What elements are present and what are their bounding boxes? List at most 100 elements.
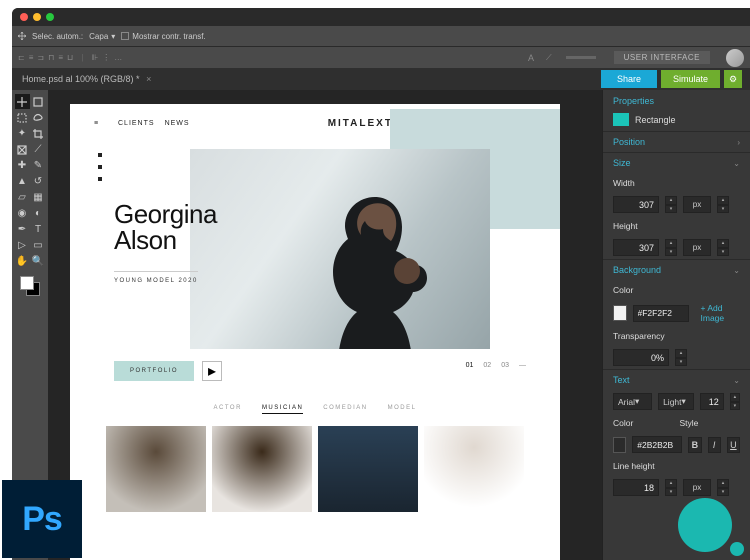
color-swatch[interactable] [20, 276, 40, 296]
height-stepper[interactable]: ▴▾ [665, 239, 677, 256]
blur-tool[interactable]: ◉ [15, 206, 30, 221]
font-family-select[interactable]: Arial ▾ [613, 393, 652, 410]
thumb-3[interactable] [318, 426, 418, 512]
width-unit-stepper[interactable]: ▴▾ [717, 196, 729, 213]
canvas-area[interactable]: ≡ CLIENTS NEWS MITALEXT ⌕ [48, 90, 602, 560]
cat-model[interactable]: MODEL [388, 405, 417, 414]
underline-button[interactable]: U [727, 437, 740, 453]
width-stepper[interactable]: ▴▾ [665, 196, 677, 213]
hand-tool[interactable]: ✋ [15, 254, 30, 269]
text-hex-input[interactable] [632, 436, 682, 453]
options-bar: ⊏≡⊐⊓≡⊔ | ⊪⋮… A ⟋ USER INTERFACE [12, 46, 750, 68]
hero-photo [190, 149, 490, 349]
bg-color-label: Color [613, 283, 740, 297]
crop-tool[interactable] [31, 126, 46, 141]
chevron-down-icon: ⌄ [733, 376, 740, 385]
minimize-window-icon[interactable] [33, 13, 41, 21]
gear-icon[interactable]: ⚙ [724, 70, 742, 88]
cat-actor[interactable]: ACTOR [214, 405, 242, 414]
move-tool[interactable] [15, 94, 30, 109]
font-weight-select[interactable]: Light ▾ [658, 393, 694, 410]
transparency-input[interactable] [613, 349, 669, 366]
play-icon[interactable]: ▸ [202, 361, 222, 381]
height-unit[interactable]: px [683, 239, 711, 256]
italic-button[interactable]: I [708, 437, 721, 453]
thumbnail-row [70, 426, 560, 512]
bold-button[interactable]: B [688, 437, 701, 453]
type-a-icon: A [528, 53, 534, 63]
cat-comedian[interactable]: COMEDIAN [323, 405, 367, 414]
thumb-4[interactable] [424, 426, 524, 512]
history-brush-tool[interactable]: ↺ [31, 174, 46, 189]
zoom-tool[interactable]: 🔍 [31, 254, 46, 269]
opacity-slider[interactable] [566, 56, 596, 59]
eraser-tool[interactable]: ▱ [15, 190, 30, 205]
layer-dropdown[interactable]: Capa ▾ [89, 32, 115, 41]
thumb-1[interactable] [106, 426, 206, 512]
shape-tool[interactable]: ▭ [31, 238, 46, 253]
move-tool-icon[interactable] [18, 32, 26, 40]
lasso-tool[interactable] [31, 110, 46, 125]
pen-tool[interactable]: ✒ [15, 222, 30, 237]
line-height-unit-stepper[interactable]: ▴▾ [717, 479, 729, 496]
show-transform-checkbox[interactable]: Mostrar contr. transf. [121, 32, 205, 41]
share-button[interactable]: Share [601, 70, 657, 88]
text-color-swatch[interactable] [613, 437, 626, 453]
avatar[interactable] [726, 49, 744, 67]
font-size-input[interactable] [700, 393, 724, 410]
dodge-tool[interactable]: ◐ [31, 206, 46, 221]
artboard-tool[interactable] [31, 94, 46, 109]
simulate-button[interactable]: Simulate [661, 70, 720, 88]
wand-tool[interactable]: ✦ [15, 126, 30, 141]
transparency-stepper[interactable]: ▴▾ [675, 349, 687, 366]
nav-clients[interactable]: CLIENTS [118, 120, 155, 127]
app-window: Selec. autom.: Capa ▾ Mostrar contr. tra… [12, 8, 750, 560]
height-unit-stepper[interactable]: ▴▾ [717, 239, 729, 256]
decorative-dot [678, 498, 732, 552]
width-unit[interactable]: px [683, 196, 711, 213]
section-background[interactable]: Background⌄ [603, 259, 750, 280]
frame-tool[interactable] [15, 142, 30, 157]
brush-tool[interactable]: ✎ [31, 158, 46, 173]
stamp-tool[interactable]: ▲ [15, 174, 30, 189]
font-size-stepper[interactable]: ▴▾ [730, 393, 740, 410]
line-height-stepper[interactable]: ▴▾ [665, 479, 677, 496]
eyedropper-icon[interactable]: ⟋ [546, 53, 552, 63]
hero-title: Georgina Alson [114, 201, 217, 253]
eyedropper-tool[interactable]: ⟋ [31, 142, 46, 157]
section-text[interactable]: Text⌄ [603, 369, 750, 390]
heal-tool[interactable]: ✚ [15, 158, 30, 173]
line-height-input[interactable] [613, 479, 659, 496]
text-color-label: Color [613, 416, 674, 430]
portfolio-button[interactable]: PORTFOLIO [114, 361, 194, 381]
align-icons[interactable]: ⊏≡⊐⊓≡⊔ [18, 53, 73, 62]
user-interface-badge[interactable]: USER INTERFACE [614, 51, 710, 64]
bg-color-swatch[interactable] [613, 305, 627, 321]
thumb-2[interactable] [212, 426, 312, 512]
type-tool[interactable]: T [31, 222, 46, 237]
titlebar [12, 8, 750, 26]
maximize-window-icon[interactable] [46, 13, 54, 21]
cat-musician[interactable]: MUSICIAN [262, 405, 303, 414]
tab-home-psd[interactable]: Home.psd al 100% (RGB/8) * × [18, 74, 155, 84]
close-window-icon[interactable] [20, 13, 28, 21]
properties-header: Properties [603, 90, 750, 110]
close-icon[interactable]: × [146, 74, 151, 84]
hamburger-icon[interactable]: ≡ [94, 120, 106, 127]
hero-pagination[interactable]: 01 02 03 — [466, 362, 526, 369]
section-size[interactable]: Size⌄ [603, 152, 750, 173]
bg-hex-input[interactable] [633, 305, 689, 322]
path-tool[interactable]: ▷ [15, 238, 30, 253]
social-icons[interactable] [98, 153, 102, 181]
artboard[interactable]: ≡ CLIENTS NEWS MITALEXT ⌕ [70, 104, 560, 560]
width-input[interactable] [613, 196, 659, 213]
distribute-icons[interactable]: ⊪⋮… [91, 53, 122, 62]
nav-news[interactable]: NEWS [165, 120, 190, 127]
section-position[interactable]: Position› [603, 131, 750, 152]
line-height-unit[interactable]: px [683, 479, 711, 496]
add-image-button[interactable]: + Add Image [701, 303, 740, 323]
photoshop-badge-icon: Ps [2, 480, 82, 558]
height-input[interactable] [613, 239, 659, 256]
marquee-tool[interactable] [15, 110, 30, 125]
gradient-tool[interactable]: ▦ [31, 190, 46, 205]
